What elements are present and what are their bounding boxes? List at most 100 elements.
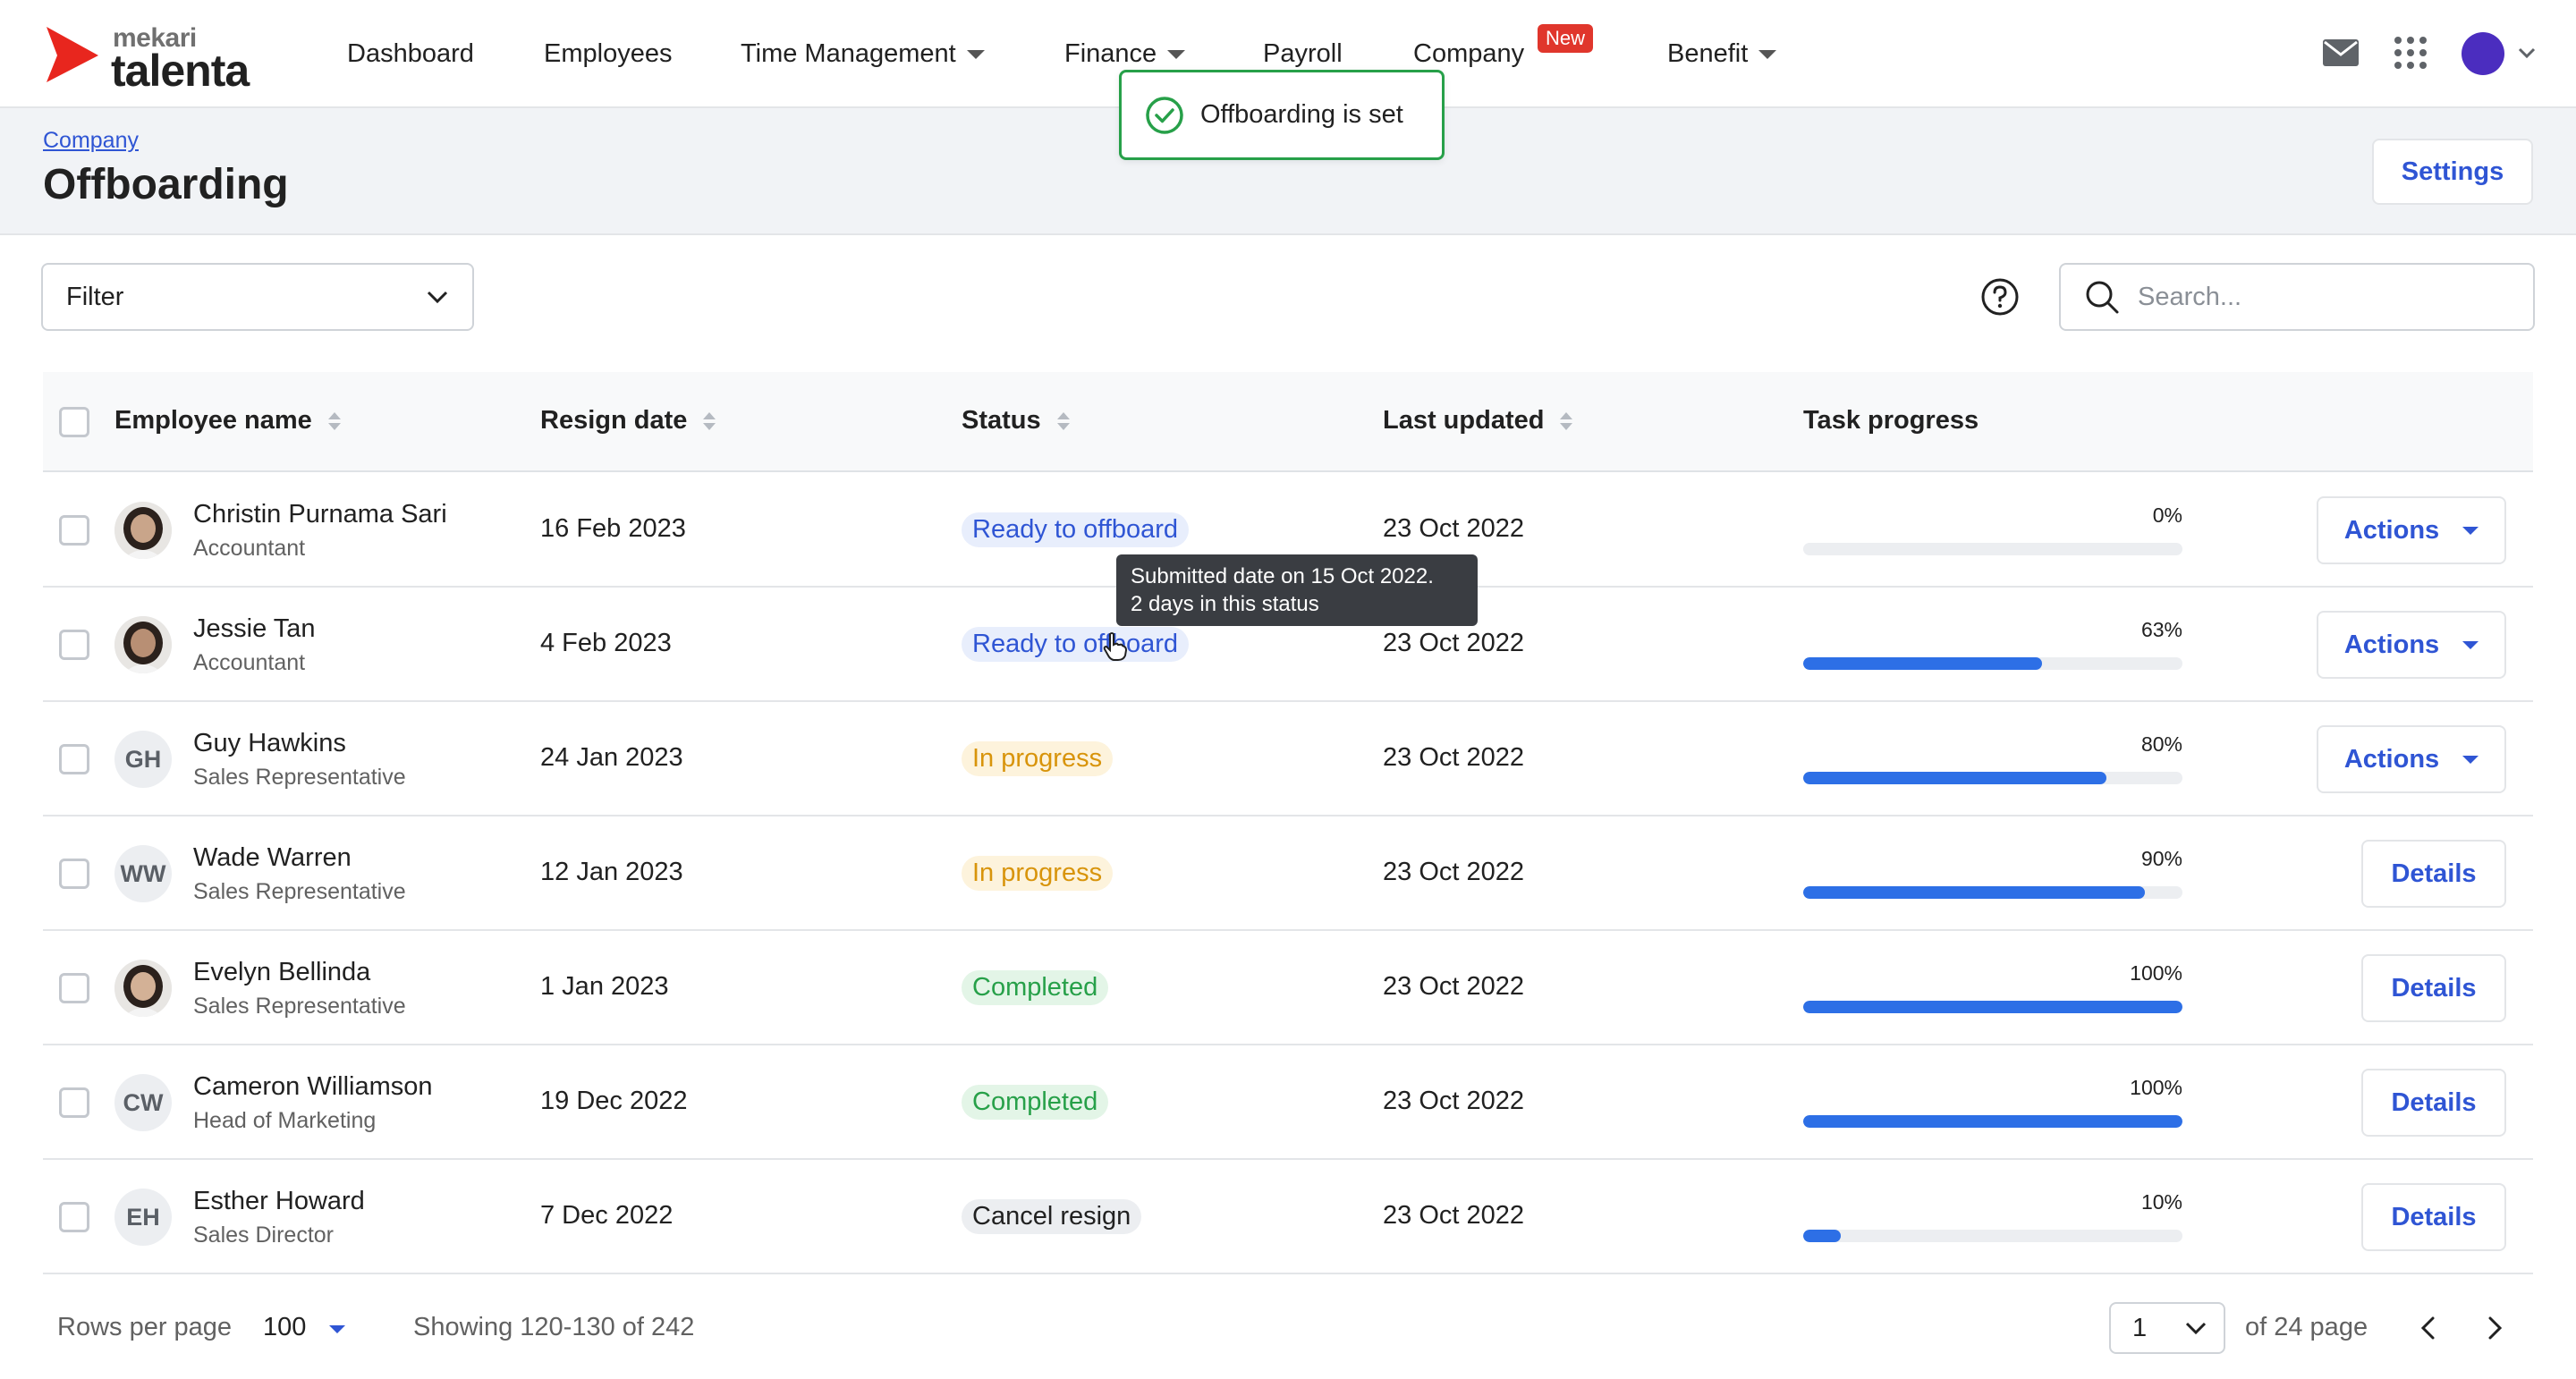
search-input[interactable] <box>2138 282 2513 312</box>
row-checkbox[interactable] <box>59 630 89 660</box>
next-page-icon[interactable] <box>2478 1311 2512 1345</box>
details-button[interactable]: Details <box>2361 1183 2506 1251</box>
employee-role: Accountant <box>193 650 306 675</box>
status-badge: Completed <box>962 970 1109 1005</box>
progress-percent: 100% <box>2130 1076 2182 1099</box>
details-button[interactable]: Details <box>2361 840 2506 908</box>
row-checkbox[interactable] <box>59 973 89 1003</box>
actions-button[interactable]: Actions <box>2317 611 2506 679</box>
progress-bar <box>1803 772 2182 784</box>
table-header: Employee name Resign date Status Last up… <box>43 372 2533 472</box>
sort-icon <box>327 411 341 430</box>
page-title: Offboarding <box>43 161 289 208</box>
employee-name[interactable]: Guy Hawkins <box>193 729 346 758</box>
row-checkbox[interactable] <box>59 1087 89 1118</box>
nav-label: Company <box>1413 38 1525 68</box>
column-label: Status <box>962 406 1041 435</box>
table-row: WW Wade Warren Sales Representative 12 Jan … <box>43 816 2533 931</box>
chevron-down-icon <box>2185 1322 2207 1335</box>
col-employee-name[interactable]: Employee name <box>114 406 341 436</box>
status-badge: In progress <box>962 741 1114 776</box>
caret-down-icon[interactable] <box>329 1325 345 1333</box>
resign-date: 16 Feb 2023 <box>540 514 686 543</box>
nav-company[interactable]: Company <box>1413 36 1524 72</box>
actions-button[interactable]: Actions <box>2317 725 2506 793</box>
employee-name[interactable]: Evelyn Bellinda <box>193 958 370 987</box>
talenta-logo[interactable]: mekari talenta <box>41 23 274 96</box>
employee-photo <box>114 616 172 673</box>
progress-fill <box>1803 1230 1842 1242</box>
progress-percent: 0% <box>2152 503 2182 527</box>
actions-button[interactable]: Actions <box>2317 496 2506 564</box>
prev-page-icon[interactable] <box>2411 1311 2445 1345</box>
page-select[interactable]: 1 <box>2109 1302 2225 1354</box>
last-updated: 23 Oct 2022 <box>1383 972 1524 1001</box>
nav-employees[interactable]: Employees <box>544 36 672 72</box>
nav-time-management[interactable]: Time Management <box>741 36 985 72</box>
nav-label: Time Management <box>741 38 956 68</box>
resign-date: 19 Dec 2022 <box>540 1087 688 1115</box>
actions-label: Actions <box>2343 744 2440 774</box>
progress-bar <box>1803 1230 2182 1242</box>
column-label: Task progress <box>1803 406 1979 435</box>
nav-payroll[interactable]: Payroll <box>1263 36 1343 72</box>
settings-button[interactable]: Settings <box>2372 139 2533 205</box>
mail-icon[interactable] <box>2322 38 2360 68</box>
caret-down-icon <box>2462 755 2479 764</box>
nav-finance[interactable]: Finance <box>1064 36 1186 72</box>
employee-name[interactable]: Christin Purnama Sari <box>193 500 447 529</box>
details-button[interactable]: Details <box>2361 1069 2506 1137</box>
column-label: Resign date <box>540 406 688 435</box>
employee-name[interactable]: Jessie Tan <box>193 614 316 644</box>
new-badge: New <box>1538 24 1594 53</box>
progress-bar <box>1803 1115 2182 1128</box>
employee-avatar <box>114 960 172 1017</box>
logo-mark-icon <box>47 27 98 82</box>
breadcrumb-company[interactable]: Company <box>43 128 139 154</box>
progress-fill <box>1803 1115 2182 1128</box>
progress-percent: 63% <box>2140 618 2182 641</box>
status-badge: Cancel resign <box>962 1199 1142 1234</box>
search-box[interactable] <box>2059 263 2535 331</box>
progress-percent: 10% <box>2140 1190 2182 1214</box>
progress-fill <box>1803 886 2145 899</box>
progress-bar <box>1803 657 2182 670</box>
success-toast: Offboarding is set <box>1119 70 1445 160</box>
employee-name[interactable]: Wade Warren <box>193 843 352 873</box>
filter-dropdown[interactable]: Filter <box>41 263 474 331</box>
row-checkbox[interactable] <box>59 515 89 546</box>
progress-bar <box>1803 886 2182 899</box>
actions-label: Actions <box>2343 515 2440 545</box>
toast-message: Offboarding is set <box>1200 100 1403 129</box>
resign-date: 4 Feb 2023 <box>540 629 672 657</box>
nav-label: Finance <box>1064 38 1157 68</box>
row-checkbox[interactable] <box>59 859 89 889</box>
rows-per-page-value[interactable]: 100 <box>263 1313 306 1342</box>
employee-photo <box>114 502 172 559</box>
details-button[interactable]: Details <box>2361 954 2506 1022</box>
nav-dashboard[interactable]: Dashboard <box>347 36 474 72</box>
employee-avatar <box>114 502 172 559</box>
select-all-checkbox[interactable] <box>59 407 89 437</box>
employee-role: Head of Marketing <box>193 1108 377 1133</box>
nav-label: Payroll <box>1263 38 1343 68</box>
pagination-footer: Rows per page 100 Showing 120-130 of 242… <box>0 1272 2576 1379</box>
row-checkbox[interactable] <box>59 744 89 774</box>
col-last-updated[interactable]: Last updated <box>1383 406 1573 436</box>
employee-name[interactable]: Esther Howard <box>193 1187 365 1216</box>
employee-name[interactable]: Cameron Williamson <box>193 1072 433 1102</box>
row-checkbox[interactable] <box>59 1202 89 1232</box>
col-resign-date[interactable]: Resign date <box>540 406 716 436</box>
progress-bar <box>1803 543 2182 555</box>
apps-grid-icon[interactable] <box>2394 36 2428 70</box>
user-avatar[interactable] <box>2462 32 2504 75</box>
status-badge: Ready to offboard <box>962 627 1190 662</box>
rows-per-page-label: Rows per page <box>57 1313 233 1341</box>
col-status[interactable]: Status <box>962 406 1070 436</box>
nav-benefit[interactable]: Benefit <box>1667 36 1777 72</box>
resign-date: 1 Jan 2023 <box>540 972 669 1001</box>
employee-avatar: WW <box>114 845 172 902</box>
brand-talenta: talenta <box>111 46 250 96</box>
help-icon[interactable] <box>1980 277 2020 317</box>
chevron-down-icon[interactable] <box>2517 47 2537 59</box>
